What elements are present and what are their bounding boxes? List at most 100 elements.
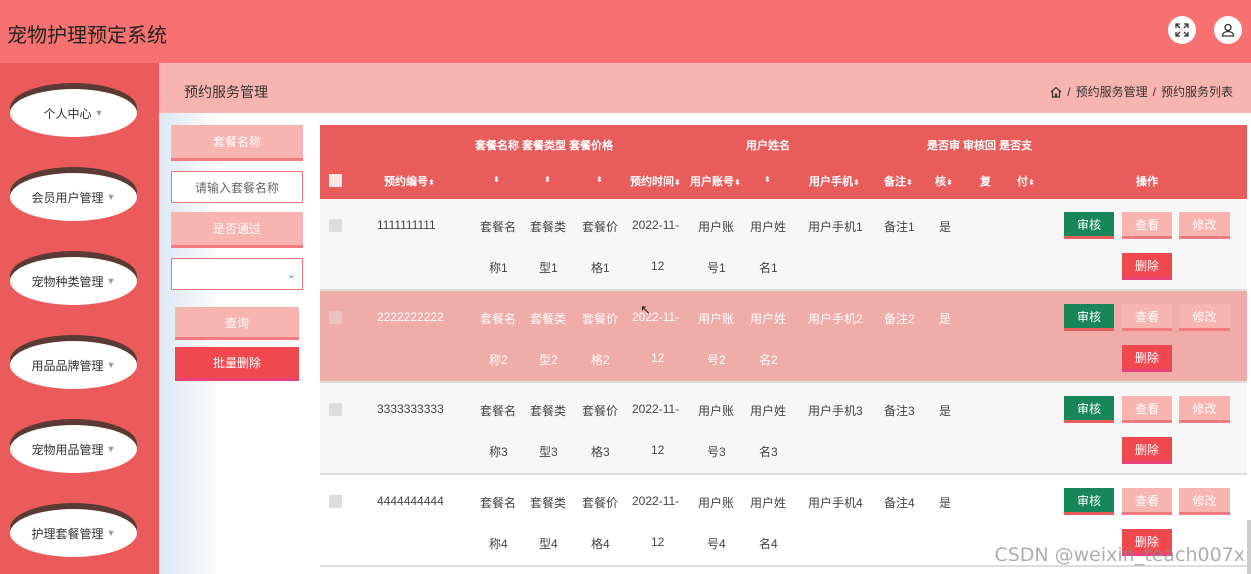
col-audit-reply: 复 [980,176,991,188]
cell-booking-no: 2222222222 [377,310,444,324]
col-actions: 操作 [1136,176,1158,188]
sidebar-item-personal-center[interactable]: 个人中心 ▼ [10,83,137,137]
cell-audit: 是 [939,404,952,418]
cell-booking-time: 2022-11- [632,218,680,232]
col-audit[interactable]: 核⬍ [935,173,953,189]
edit-button[interactable]: 修改 [1179,212,1230,239]
user-icon [1221,23,1235,37]
cell-account: 号1 [707,261,726,275]
sidebar-item-care-packages[interactable]: 护理套餐管理 ▼ [10,503,137,557]
cell-package-name: 称4 [489,537,508,551]
cell-phone: 用户手机4 [808,496,863,510]
caret-down-icon: ▼ [106,444,116,454]
audit-button[interactable]: 审核 [1064,304,1114,331]
cell-username: 用户姓 [750,496,787,510]
caret-down-icon: ▼ [106,276,116,286]
fullscreen-button[interactable] [1168,16,1196,44]
cell-account: 用户账 [698,312,735,326]
cell-package-name: 套餐名 [480,312,517,326]
sidebar-item-brands[interactable]: 用品品牌管理 ▼ [10,335,137,389]
batch-delete-button[interactable]: 批量删除 [175,347,299,381]
row-checkbox[interactable] [329,495,342,508]
cell-package-name: 称2 [489,353,508,367]
sort-icon: ⬍ [596,175,603,184]
col-package-name-sort[interactable]: ⬍ [493,173,500,185]
cell-booking-time: 12 [651,535,665,549]
sidebar-item-pet-supplies[interactable]: 宠物用品管理 ▼ [10,419,137,473]
col-package-type-sort[interactable]: ⬍ [544,173,551,185]
header-group-package: 套餐名称 套餐类型 套餐价格 [475,140,614,152]
row-checkbox[interactable] [329,311,342,324]
home-icon[interactable] [1050,86,1062,98]
cell-package-price: 套餐价 [582,312,619,326]
scrollbar[interactable] [1247,520,1251,574]
delete-button[interactable]: 删除 [1122,437,1172,464]
chevron-down-icon: ⌄ [286,269,296,281]
edit-button[interactable]: 修改 [1179,304,1230,331]
audit-button[interactable]: 审核 [1064,396,1114,423]
cell-package-type: 型1 [539,261,558,275]
user-button[interactable] [1214,16,1242,44]
cell-audit: 是 [939,312,952,326]
app-title: 宠物护理预定系统 [7,23,167,47]
cell-account: 号4 [707,537,726,551]
view-button[interactable]: 查看 [1122,304,1172,331]
delete-button[interactable]: 删除 [1122,345,1172,372]
row-checkbox[interactable] [329,403,342,416]
sidebar-item-label: 用品品牌管理 [31,358,104,373]
query-button[interactable]: 查询 [175,307,299,340]
package-name-input[interactable]: 请输入套餐名称 [171,171,303,203]
cell-package-type: 套餐类 [530,496,567,510]
content-header: 预约服务管理 / 预约服务管理 / 预约服务列表 [159,63,1251,113]
cell-username: 用户姓 [750,404,787,418]
view-button[interactable]: 查看 [1122,396,1172,423]
cell-package-name: 称1 [489,261,508,275]
cell-booking-no: 1111111111 [377,218,436,232]
cell-remark: 备注3 [884,404,915,418]
cell-phone: 用户手机2 [808,312,863,326]
caret-down-icon: ▼ [106,360,116,370]
sort-icon: ⬍ [493,175,500,184]
top-bar: 宠物护理预定系统 [0,0,1251,63]
audit-button[interactable]: 审核 [1064,488,1114,515]
sidebar-item-member-users[interactable]: 会员用户管理 ▼ [10,167,137,221]
cell-account: 用户账 [698,496,735,510]
booking-table: 套餐名称 套餐类型 套餐价格 用户姓名 是否审 审核回 是否支 预约编号⬍ ⬍ … [320,125,1247,574]
sort-icon: ⬍ [853,178,860,187]
col-username-sort[interactable]: ⬍ [764,173,771,185]
cell-package-type: 型3 [539,445,558,459]
view-button[interactable]: 查看 [1122,212,1172,239]
breadcrumb-separator: / [1152,84,1156,99]
delete-button[interactable]: 删除 [1122,253,1172,280]
col-account[interactable]: 用户账号⬍ [690,173,741,189]
audit-button[interactable]: 审核 [1064,212,1114,239]
header-group-username: 用户姓名 [746,140,790,152]
col-booking-time[interactable]: 预约时间⬍ [630,173,681,189]
edit-button[interactable]: 修改 [1179,488,1230,515]
col-remark[interactable]: 备注⬍ [884,173,913,189]
sidebar-item-label: 个人中心 [43,106,92,121]
cell-package-price: 套餐价 [582,404,619,418]
col-phone[interactable]: 用户手机⬍ [809,173,860,189]
cell-package-price: 格3 [591,445,610,459]
col-paid[interactable]: 付⬍ [1017,173,1035,189]
sidebar-item-pet-types[interactable]: 宠物种类管理 ▼ [10,251,137,305]
sort-icon: ⬍ [764,175,771,184]
edit-button[interactable]: 修改 [1179,396,1230,423]
cell-package-type: 套餐类 [530,312,567,326]
header-group-flags: 是否审 审核回 是否支 [927,140,1033,152]
cell-package-type: 套餐类 [530,404,567,418]
passed-label: 是否通过 [171,212,303,248]
row-checkbox[interactable] [329,219,342,232]
breadcrumb-level2: 预约服务列表 [1160,85,1233,99]
cell-booking-time: 2022-11- [632,402,680,416]
breadcrumb-separator: / [1067,84,1071,99]
view-button[interactable]: 查看 [1122,488,1172,515]
col-booking-no[interactable]: 预约编号⬍ [384,173,435,189]
cell-booking-time: 12 [651,443,665,457]
select-all-checkbox[interactable] [329,174,342,187]
breadcrumb-level1[interactable]: 预约服务管理 [1076,83,1148,100]
col-package-price-sort[interactable]: ⬍ [596,173,603,185]
cell-username: 名2 [759,353,778,367]
passed-select[interactable]: ⌄ [171,258,303,290]
